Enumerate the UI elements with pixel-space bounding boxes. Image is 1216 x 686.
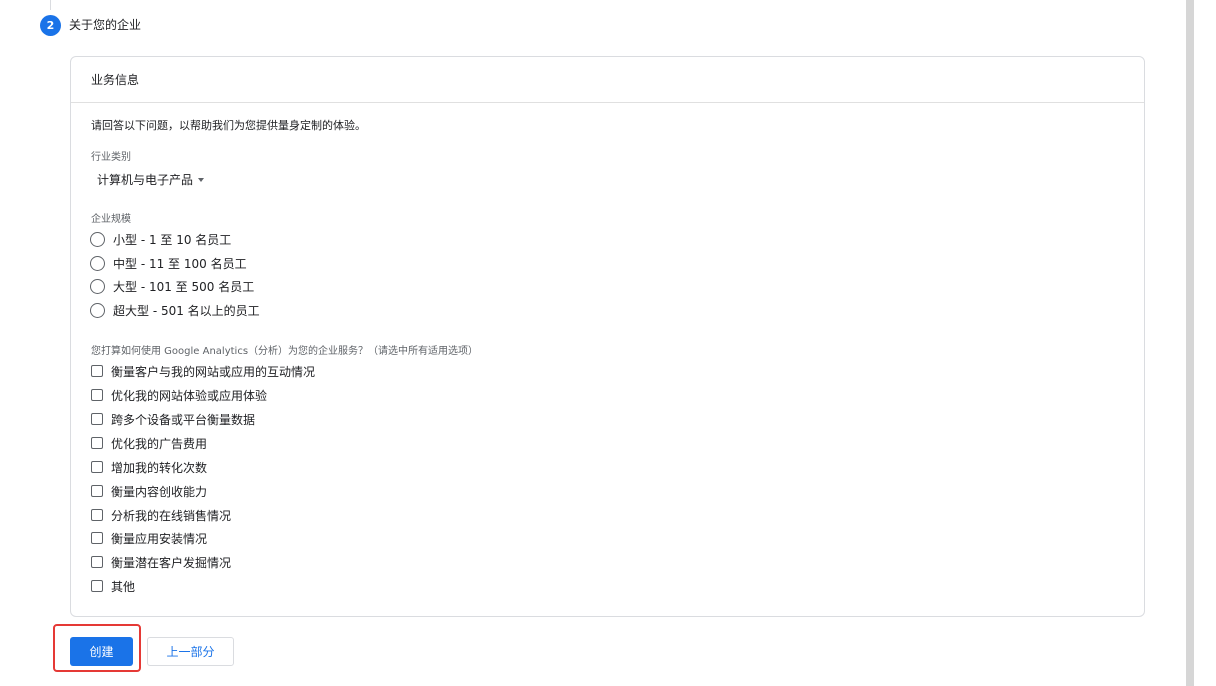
radio-button[interactable] bbox=[90, 278, 105, 294]
usage-option[interactable]: 增加我的转化次数 bbox=[91, 458, 207, 476]
caret-down-icon bbox=[198, 177, 205, 182]
radio-label: 超大型 - 501 名以上的员工 bbox=[113, 303, 260, 318]
step-number-badge: 2 bbox=[40, 15, 61, 36]
radio-button[interactable] bbox=[90, 231, 105, 247]
industry-selected-value: 计算机与电子产品 bbox=[97, 173, 194, 187]
checkbox[interactable] bbox=[91, 485, 103, 497]
usage-option[interactable]: 跨多个设备或平台衡量数据 bbox=[91, 410, 255, 428]
radio-label: 小型 - 1 至 10 名员工 bbox=[113, 232, 232, 247]
stepper-line bbox=[50, 0, 51, 10]
industry-dropdown[interactable]: 计算机与电子产品 bbox=[97, 171, 205, 188]
usage-option[interactable]: 优化我的广告费用 bbox=[91, 434, 207, 452]
checkbox[interactable] bbox=[91, 556, 103, 568]
checkbox[interactable] bbox=[91, 580, 103, 592]
checkbox-label: 优化我的网站体验或应用体验 bbox=[111, 388, 268, 403]
size-label: 企业规模 bbox=[91, 214, 131, 225]
radio-button[interactable] bbox=[90, 255, 105, 271]
checkbox[interactable] bbox=[91, 461, 103, 473]
checkbox-label: 衡量潜在客户发掘情况 bbox=[111, 555, 232, 570]
usage-option[interactable]: 分析我的在线销售情况 bbox=[91, 506, 231, 524]
usage-option[interactable]: 优化我的网站体验或应用体验 bbox=[91, 386, 267, 404]
checkbox[interactable] bbox=[91, 365, 103, 377]
radio-button[interactable] bbox=[90, 302, 105, 318]
checkbox[interactable] bbox=[91, 509, 103, 521]
checkbox[interactable] bbox=[91, 437, 103, 449]
previous-section-button[interactable]: 上一部分 bbox=[147, 637, 234, 666]
usage-label: 您打算如何使用 Google Analytics（分析）为您的企业服务？（请选中… bbox=[91, 346, 479, 357]
usage-option[interactable]: 其他 bbox=[91, 577, 135, 595]
checkbox-label: 增加我的转化次数 bbox=[111, 460, 208, 475]
checkbox[interactable] bbox=[91, 532, 103, 544]
usage-option[interactable]: 衡量客户与我的网站或应用的互动情况 bbox=[91, 362, 315, 380]
industry-label: 行业类别 bbox=[91, 152, 131, 163]
checkbox-label: 分析我的在线销售情况 bbox=[111, 508, 232, 523]
size-option-medium[interactable]: 中型 - 11 至 100 名员工 bbox=[90, 253, 247, 273]
usage-option[interactable]: 衡量内容创收能力 bbox=[91, 482, 207, 500]
business-info-card: 业务信息 请回答以下问题，以帮助我们为您提供量身定制的体验。 行业类别 计算机与… bbox=[70, 56, 1145, 617]
radio-label: 大型 - 101 至 500 名员工 bbox=[113, 279, 255, 294]
checkbox-label: 其他 bbox=[111, 579, 136, 594]
checkbox-label: 衡量内容创收能力 bbox=[111, 484, 208, 499]
size-option-large[interactable]: 大型 - 101 至 500 名员工 bbox=[90, 276, 254, 296]
checkbox-label: 衡量客户与我的网站或应用的互动情况 bbox=[111, 364, 316, 379]
intro-text: 请回答以下问题，以帮助我们为您提供量身定制的体验。 bbox=[91, 119, 366, 132]
usage-option[interactable]: 衡量应用安装情况 bbox=[91, 529, 207, 547]
checkbox-label: 衡量应用安装情况 bbox=[111, 531, 208, 546]
card-header: 业务信息 bbox=[71, 57, 1144, 103]
highlight-box bbox=[53, 624, 141, 672]
scrollbar-thumb[interactable] bbox=[1186, 0, 1194, 686]
size-option-xlarge[interactable]: 超大型 - 501 名以上的员工 bbox=[90, 300, 260, 320]
page: 2 关于您的企业 业务信息 请回答以下问题，以帮助我们为您提供量身定制的体验。 … bbox=[0, 0, 1216, 686]
size-option-small[interactable]: 小型 - 1 至 10 名员工 bbox=[90, 229, 231, 249]
radio-label: 中型 - 11 至 100 名员工 bbox=[113, 256, 247, 271]
step-title: 关于您的企业 bbox=[69, 18, 142, 32]
checkbox[interactable] bbox=[91, 389, 103, 401]
usage-option[interactable]: 衡量潜在客户发掘情况 bbox=[91, 553, 231, 571]
checkbox-label: 跨多个设备或平台衡量数据 bbox=[111, 412, 256, 427]
checkbox-label: 优化我的广告费用 bbox=[111, 436, 208, 451]
checkbox[interactable] bbox=[91, 413, 103, 425]
